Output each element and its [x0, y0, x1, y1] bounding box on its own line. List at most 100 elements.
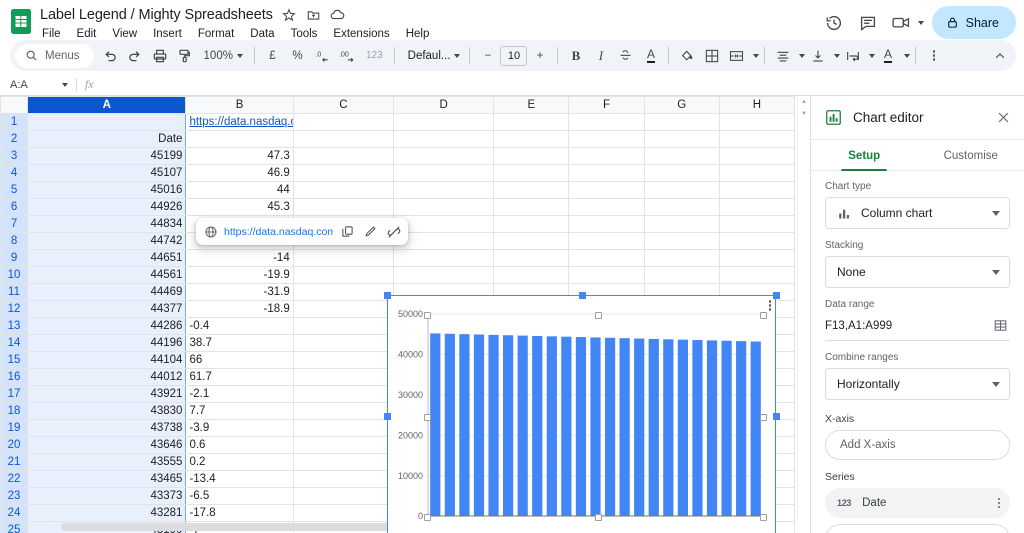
cloud-saved-icon[interactable] — [330, 7, 345, 22]
text-wrap-button[interactable] — [840, 43, 865, 68]
menu-edit[interactable]: Edit — [75, 27, 99, 41]
cell-B12[interactable]: -18.9 — [185, 300, 294, 318]
cell-A3[interactable]: 45199 — [27, 147, 187, 165]
resize-handle-top-center[interactable] — [579, 292, 586, 299]
collapse-toolbar-button[interactable] — [987, 43, 1012, 68]
cell-E8[interactable] — [493, 232, 570, 250]
cell-C9[interactable] — [292, 249, 394, 267]
cell-B1[interactable]: https://data.nasdaq.com/ap — [185, 113, 294, 131]
row-header-18[interactable]: 18 — [0, 402, 29, 420]
chart-bar-20[interactable] — [721, 340, 732, 516]
column-header-d[interactable]: D — [392, 96, 495, 114]
cell-E1[interactable] — [493, 113, 570, 131]
cell-B16[interactable]: 61.7 — [185, 368, 294, 386]
chart-bar-9[interactable] — [561, 336, 572, 516]
tab-setup[interactable]: Setup — [811, 140, 918, 170]
strikethrough-button[interactable] — [613, 43, 638, 68]
name-box[interactable]: A:A — [0, 79, 76, 91]
chart-area-handle-ml[interactable] — [424, 414, 431, 421]
cell-F6[interactable] — [568, 198, 645, 216]
font-family-selector[interactable]: Defaul... — [400, 43, 465, 68]
vertical-scrollbar[interactable]: ▲ ▼ — [797, 96, 810, 520]
table-row[interactable]: 10 44561 -19.9 — [0, 266, 796, 284]
row-header-3[interactable]: 3 — [0, 147, 29, 165]
cell-C6[interactable] — [292, 198, 394, 216]
edit-link-icon[interactable] — [362, 223, 379, 240]
cell-C21[interactable] — [292, 453, 394, 471]
cell-D3[interactable] — [392, 147, 495, 165]
percent-format-button[interactable]: % — [285, 43, 310, 68]
cell-B10[interactable]: -19.9 — [185, 266, 294, 284]
row-header-4[interactable]: 4 — [0, 164, 29, 182]
more-options-button[interactable] — [921, 43, 946, 68]
cell-B4[interactable]: 46.9 — [185, 164, 294, 182]
cell-A11[interactable]: 44469 — [27, 283, 187, 301]
cell-A14[interactable]: 44196 — [27, 334, 187, 352]
row-header-21[interactable]: 21 — [0, 453, 29, 471]
row-header-16[interactable]: 16 — [0, 368, 29, 386]
chart-bar-7[interactable] — [532, 335, 543, 516]
undo-button[interactable] — [98, 43, 123, 68]
table-row[interactable]: 3 45199 47.3 — [0, 147, 796, 165]
cell-B13[interactable]: -0.4 — [185, 317, 294, 335]
cell-G3[interactable] — [643, 147, 720, 165]
row-header-23[interactable]: 23 — [0, 487, 29, 505]
row-header-10[interactable]: 10 — [0, 266, 29, 284]
zoom-control[interactable]: 100% — [198, 43, 249, 68]
cell-A4[interactable]: 45107 — [27, 164, 187, 182]
resize-handle-top-left[interactable] — [384, 292, 391, 299]
cell-C18[interactable] — [292, 402, 394, 420]
chart-bar-5[interactable] — [503, 335, 514, 516]
cell-B19[interactable]: -3.9 — [185, 419, 294, 437]
text-rotation-button[interactable]: A — [875, 43, 900, 68]
row-header-22[interactable]: 22 — [0, 470, 29, 488]
more-formats-button[interactable]: 123 — [360, 43, 389, 68]
cell-A7[interactable]: 44834 — [27, 215, 187, 233]
cell-C19[interactable] — [292, 419, 394, 437]
cell-F4[interactable] — [568, 164, 645, 182]
cell-H9[interactable] — [718, 249, 796, 267]
search-menus-button[interactable]: Menus — [15, 43, 94, 68]
meet-camera-icon[interactable] — [886, 7, 918, 39]
italic-button[interactable]: I — [588, 43, 613, 68]
cell-C15[interactable] — [292, 351, 394, 369]
row-header-11[interactable]: 11 — [0, 283, 29, 301]
stacking-select[interactable]: None — [825, 256, 1010, 288]
chart-bar-3[interactable] — [473, 334, 485, 517]
cell-A6[interactable]: 44926 — [27, 198, 187, 216]
cell-A19[interactable]: 43738 — [27, 419, 187, 437]
document-title[interactable]: Label Legend / Mighty Spreadsheets — [40, 7, 273, 23]
menu-insert[interactable]: Insert — [151, 27, 184, 41]
table-row[interactable]: 9 44651 -14 — [0, 249, 796, 267]
paint-format-button[interactable] — [173, 43, 198, 68]
table-row[interactable]: 4 45107 46.9 — [0, 164, 796, 182]
table-row[interactable]: 2 Date — [0, 130, 796, 148]
spreadsheet-grid-area[interactable]: A B C D E F G H 1 https://data.nasdaq.com… — [0, 96, 810, 533]
menu-format[interactable]: Format — [196, 27, 236, 41]
chart-bar-2[interactable] — [459, 334, 470, 516]
redo-button[interactable] — [123, 43, 148, 68]
cell-D4[interactable] — [392, 164, 495, 182]
row-header-8[interactable]: 8 — [0, 232, 29, 250]
cell-A8[interactable]: 44742 — [27, 232, 187, 250]
row-header-17[interactable]: 17 — [0, 385, 29, 403]
chevron-down-icon[interactable] — [904, 53, 911, 58]
cell-C20[interactable] — [292, 436, 394, 454]
cell-A23[interactable]: 43373 — [27, 487, 187, 505]
cell-A12[interactable]: 44377 — [27, 300, 187, 318]
cell-B20[interactable]: 0.6 — [185, 436, 294, 454]
fill-color-button[interactable] — [674, 43, 699, 68]
cell-E7[interactable] — [493, 215, 570, 233]
cell-C10[interactable] — [292, 266, 394, 284]
cell-B23[interactable]: -6.5 — [185, 487, 294, 505]
increase-font-size-button[interactable]: + — [527, 43, 552, 68]
chart-bar-8[interactable] — [546, 336, 557, 516]
cell-A16[interactable]: 44012 — [27, 368, 187, 386]
scroll-down-arrow-icon[interactable]: ▼ — [798, 108, 810, 120]
kebab-menu-icon[interactable] — [997, 497, 1000, 509]
cell-D10[interactable] — [392, 266, 495, 284]
row-header-19[interactable]: 19 — [0, 419, 29, 437]
print-button[interactable] — [148, 43, 173, 68]
borders-button[interactable] — [699, 43, 724, 68]
chart-area-handle-tr[interactable] — [760, 312, 767, 319]
